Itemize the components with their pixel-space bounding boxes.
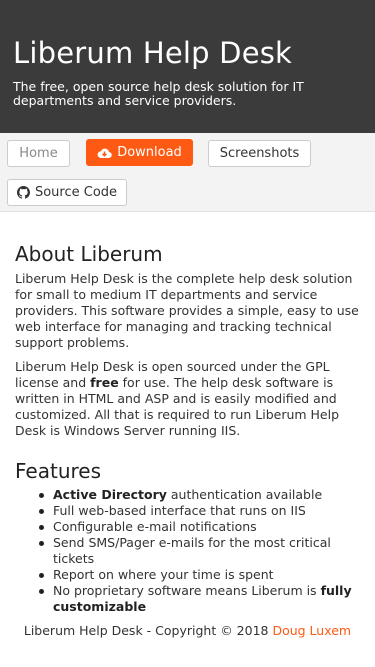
source-code-button-label: Source Code bbox=[34, 185, 118, 200]
feature-text: Configurable e-mail notifications bbox=[53, 519, 257, 534]
list-item: Report on where your time is spent bbox=[37, 567, 360, 583]
download-button-label: Download bbox=[117, 145, 182, 160]
main-content: About Liberum Liberum Help Desk is the c… bbox=[0, 242, 375, 639]
feature-bold: Active Directory bbox=[53, 487, 167, 502]
about-p2-free: free bbox=[90, 375, 119, 390]
github-icon bbox=[16, 186, 30, 199]
site-header: Liberum Help Desk The free, open source … bbox=[0, 0, 375, 133]
copyright-text: Liberum Help Desk - Copyright © 2018 bbox=[23, 623, 273, 638]
source-code-button[interactable]: Source Code bbox=[7, 179, 127, 206]
feature-text: Full web-based interface that runs on II… bbox=[53, 503, 306, 518]
features-heading: Features bbox=[15, 459, 101, 483]
home-button[interactable]: Home bbox=[7, 140, 70, 167]
feature-text: Report on where your time is spent bbox=[53, 567, 274, 582]
screenshots-button-label: Screenshots bbox=[219, 146, 300, 161]
list-item: Active Directory authentication availabl… bbox=[37, 487, 360, 503]
features-list: Active Directory authentication availabl… bbox=[15, 487, 360, 615]
site-tagline: The free, open source help desk solution… bbox=[13, 79, 304, 108]
site-title: Liberum Help Desk bbox=[13, 36, 293, 70]
nav-bar: Home Download Screenshots Source Code bbox=[0, 133, 375, 212]
list-item: Full web-based interface that runs on II… bbox=[37, 503, 360, 519]
feature-text: No proprietary software means Liberum is bbox=[53, 583, 321, 598]
home-button-label: Home bbox=[19, 146, 58, 161]
about-paragraph-2: Liberum Help Desk is open sourced under … bbox=[15, 359, 360, 439]
list-item: No proprietary software means Liberum is… bbox=[37, 583, 360, 615]
list-item: Configurable e-mail notifications bbox=[37, 519, 360, 535]
screenshots-button[interactable]: Screenshots bbox=[208, 140, 311, 167]
about-heading: About Liberum bbox=[15, 242, 163, 266]
about-paragraph-1: Liberum Help Desk is the complete help d… bbox=[15, 271, 359, 350]
download-button[interactable]: Download bbox=[86, 139, 193, 166]
feature-text: Send SMS/Pager e-mails for the most crit… bbox=[53, 535, 331, 566]
author-link[interactable]: Doug Luxem bbox=[272, 623, 351, 638]
list-item: Send SMS/Pager e-mails for the most crit… bbox=[37, 535, 360, 567]
feature-text: authentication available bbox=[166, 487, 323, 502]
cloud-download-icon bbox=[97, 147, 112, 159]
footer: Liberum Help Desk - Copyright © 2018 Dou… bbox=[15, 623, 360, 639]
